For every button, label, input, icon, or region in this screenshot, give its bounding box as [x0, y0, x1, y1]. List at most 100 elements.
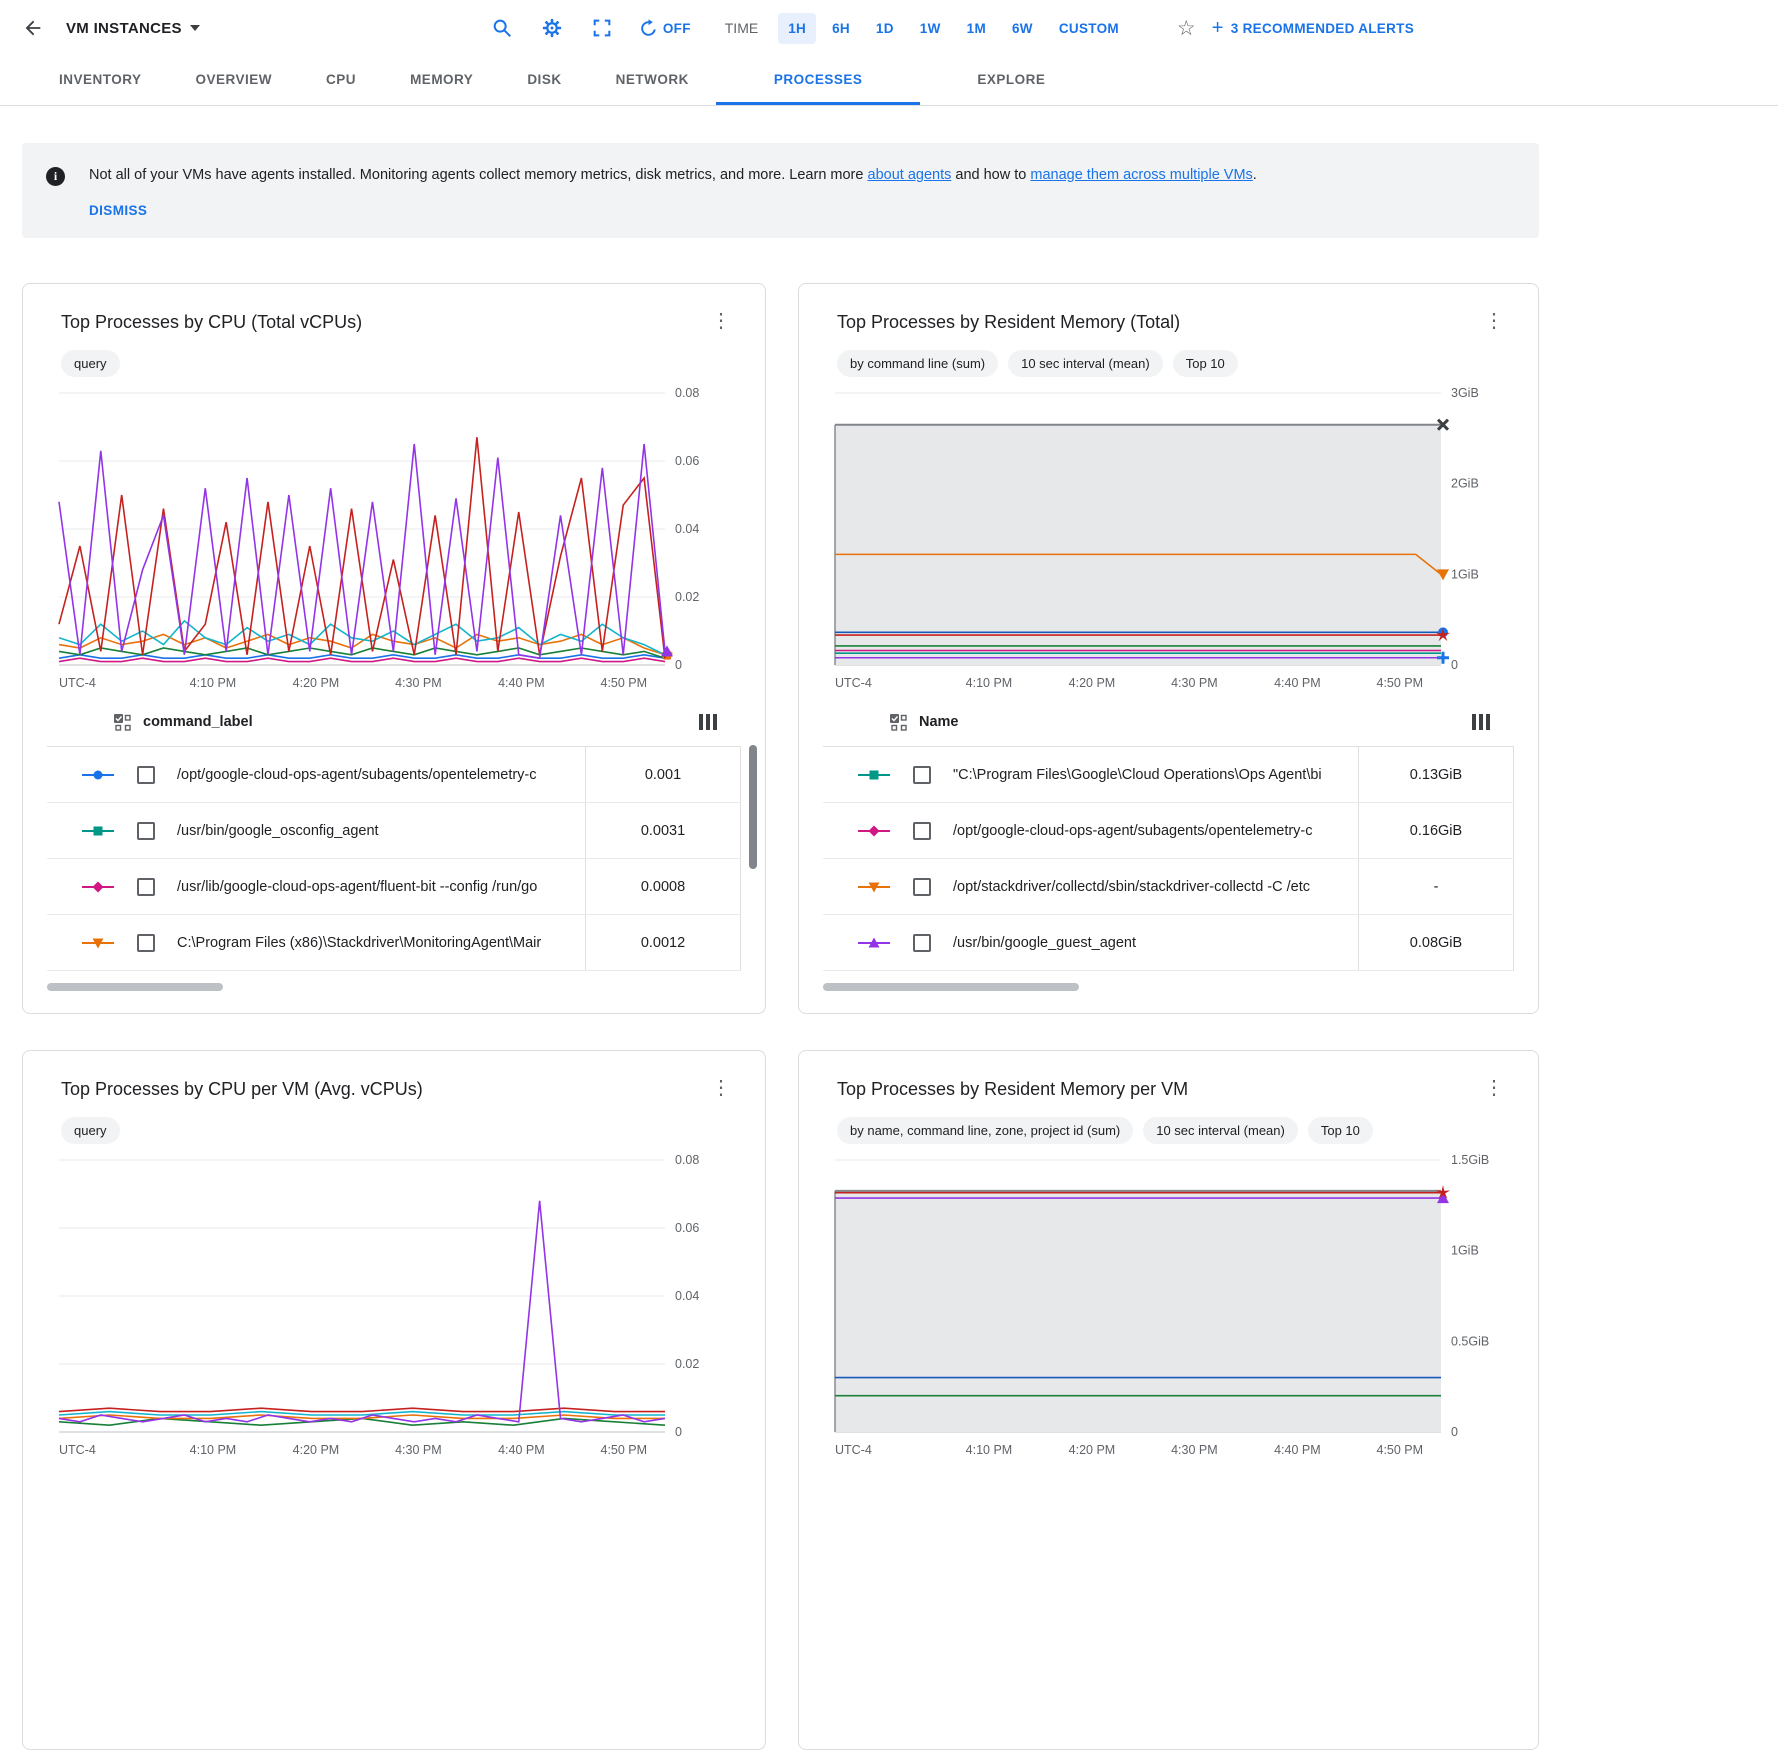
vm-instances-monitoring-page: VM INSTANCES: [0, 0, 1778, 1750]
svg-text:4:10 PM: 4:10 PM: [190, 1443, 237, 1457]
series-table: command_label /opt/google-cloud-ops-agen…: [47, 697, 741, 971]
filter-chip[interactable]: by name, command line, zone, project id …: [837, 1117, 1133, 1144]
process-value: 0.13GiB: [1358, 747, 1514, 802]
settings-button[interactable]: [533, 11, 571, 45]
horizontal-scrollbar[interactable]: [47, 983, 223, 991]
table-row[interactable]: /usr/lib/google-cloud-ops-agent/fluent-b…: [47, 859, 741, 915]
tab-explore[interactable]: EXPLORE: [950, 56, 1072, 105]
row-checkbox[interactable]: [137, 766, 155, 784]
chip-row: query: [61, 350, 741, 377]
process-value: 0.08GiB: [1358, 915, 1514, 970]
back-button[interactable]: [14, 11, 52, 45]
svg-text:4:40 PM: 4:40 PM: [498, 676, 545, 690]
star-icon[interactable]: ☆: [1171, 15, 1202, 42]
more-options-icon[interactable]: ⋮: [1474, 1073, 1514, 1102]
dismiss-button[interactable]: DISMISS: [89, 203, 147, 218]
filter-chip[interactable]: 10 sec interval (mean): [1143, 1117, 1298, 1144]
svg-text:3GiB: 3GiB: [1451, 386, 1479, 400]
time-range-6h[interactable]: 6H: [822, 13, 860, 44]
filter-chip[interactable]: query: [61, 350, 120, 377]
row-checkbox[interactable]: [913, 822, 931, 840]
tab-bar: INVENTORYOVERVIEWCPUMEMORYDISKNETWORKPRO…: [0, 56, 1778, 106]
charts-grid: Top Processes by CPU (Total vCPUs) ⋮ que…: [22, 283, 1778, 1750]
horizontal-scrollbar[interactable]: [823, 983, 1079, 991]
svg-text:4:20 PM: 4:20 PM: [1069, 1443, 1116, 1457]
tab-memory[interactable]: MEMORY: [383, 56, 500, 105]
time-range-1h[interactable]: 1H: [778, 13, 816, 44]
tab-disk[interactable]: DISK: [500, 56, 588, 105]
row-checkbox[interactable]: [913, 766, 931, 784]
filter-chip[interactable]: Top 10: [1173, 350, 1238, 377]
row-checkbox[interactable]: [913, 878, 931, 896]
time-range-1w[interactable]: 1W: [910, 13, 951, 44]
svg-text:0.08: 0.08: [675, 1153, 699, 1167]
memory-per-vm-chart[interactable]: 00.5GiB1GiB1.5GiB4:10 PM4:20 PM4:30 PM4:…: [823, 1150, 1513, 1462]
table-row[interactable]: /usr/bin/google_osconfig_agent0.0031: [47, 803, 741, 859]
time-range-6w[interactable]: 6W: [1002, 13, 1043, 44]
memory-total-card: Top Processes by Resident Memory (Total)…: [798, 283, 1539, 1014]
fullscreen-button[interactable]: [583, 11, 621, 45]
row-checkbox[interactable]: [137, 822, 155, 840]
time-range-1d[interactable]: 1D: [866, 13, 904, 44]
filter-chip[interactable]: query: [61, 1117, 120, 1144]
tab-processes[interactable]: PROCESSES: [716, 56, 921, 105]
series-legend-icon: [81, 936, 115, 950]
cpu-per-vm-chart[interactable]: 00.020.040.060.084:10 PM4:20 PM4:30 PM4:…: [47, 1150, 737, 1462]
svg-text:4:10 PM: 4:10 PM: [966, 676, 1013, 690]
select-all-series-icon[interactable]: [889, 713, 907, 731]
page-title-dropdown[interactable]: VM INSTANCES: [66, 20, 200, 37]
search-button[interactable]: [483, 11, 521, 45]
svg-text:0.04: 0.04: [675, 1289, 699, 1303]
time-range-group: 1H6H1D1W1M6WCUSTOM: [778, 13, 1129, 44]
svg-text:4:30 PM: 4:30 PM: [395, 676, 442, 690]
about-agents-link[interactable]: about agents: [868, 167, 952, 183]
recommended-alerts-label: 3 RECOMMENDED ALERTS: [1231, 21, 1414, 36]
table-row[interactable]: /usr/bin/google_guest_agent0.08GiB: [823, 915, 1514, 971]
table-row[interactable]: "C:\Program Files\Google\Cloud Operation…: [823, 747, 1514, 803]
plus-icon: +: [1212, 18, 1224, 38]
filter-chip[interactable]: Top 10: [1308, 1117, 1373, 1144]
process-label: /opt/google-cloud-ops-agent/subagents/op…: [953, 823, 1358, 839]
row-checkbox[interactable]: [913, 934, 931, 952]
recommended-alerts-button[interactable]: + 3 RECOMMENDED ALERTS: [1206, 17, 1420, 39]
table-row[interactable]: /opt/google-cloud-ops-agent/subagents/op…: [47, 747, 741, 803]
svg-text:1GiB: 1GiB: [1451, 567, 1479, 581]
svg-text:UTC-4: UTC-4: [59, 676, 96, 690]
auto-refresh-toggle[interactable]: OFF: [633, 18, 697, 39]
memory-total-chart[interactable]: 01GiB2GiB3GiB4:10 PM4:20 PM4:30 PM4:40 P…: [823, 383, 1513, 695]
table-row[interactable]: /opt/stackdriver/collectd/sbin/stackdriv…: [823, 859, 1514, 915]
svg-text:4:40 PM: 4:40 PM: [1274, 1443, 1321, 1457]
time-range-1m[interactable]: 1M: [957, 13, 996, 44]
chip-row: by command line (sum) 10 sec interval (me…: [837, 350, 1514, 377]
column-picker-icon[interactable]: [699, 714, 717, 730]
time-range-custom[interactable]: CUSTOM: [1049, 13, 1129, 44]
filter-chip[interactable]: 10 sec interval (mean): [1008, 350, 1163, 377]
tab-network[interactable]: NETWORK: [589, 56, 716, 105]
table-row[interactable]: C:\Program Files (x86)\Stackdriver\Monit…: [47, 915, 741, 971]
tab-cpu[interactable]: CPU: [299, 56, 383, 105]
cpu-total-chart[interactable]: 00.020.040.060.084:10 PM4:20 PM4:30 PM4:…: [47, 383, 737, 695]
tab-inventory[interactable]: INVENTORY: [32, 56, 169, 105]
memory-per-vm-card: Top Processes by Resident Memory per VM …: [798, 1050, 1539, 1750]
svg-text:4:20 PM: 4:20 PM: [293, 1443, 340, 1457]
more-options-icon[interactable]: ⋮: [1474, 306, 1514, 335]
series-legend-icon: [857, 936, 891, 950]
svg-text:UTC-4: UTC-4: [59, 1443, 96, 1457]
select-all-series-icon[interactable]: [113, 713, 131, 731]
svg-text:0: 0: [675, 658, 682, 672]
filter-chip[interactable]: by command line (sum): [837, 350, 998, 377]
vertical-scrollbar[interactable]: [749, 745, 757, 869]
more-options-icon[interactable]: ⋮: [701, 1073, 741, 1102]
tab-overview[interactable]: OVERVIEW: [169, 56, 300, 105]
svg-text:4:10 PM: 4:10 PM: [966, 1443, 1013, 1457]
table-header-row: command_label: [47, 697, 741, 747]
manage-vms-link[interactable]: manage them across multiple VMs: [1030, 167, 1252, 183]
table-row[interactable]: /opt/google-cloud-ops-agent/subagents/op…: [823, 803, 1514, 859]
svg-text:0.08: 0.08: [675, 386, 699, 400]
row-checkbox[interactable]: [137, 934, 155, 952]
table-header-label: command_label: [143, 714, 253, 730]
more-options-icon[interactable]: ⋮: [701, 306, 741, 335]
row-checkbox[interactable]: [137, 878, 155, 896]
column-picker-icon[interactable]: [1472, 714, 1490, 730]
process-value: 0.16GiB: [1358, 803, 1514, 858]
